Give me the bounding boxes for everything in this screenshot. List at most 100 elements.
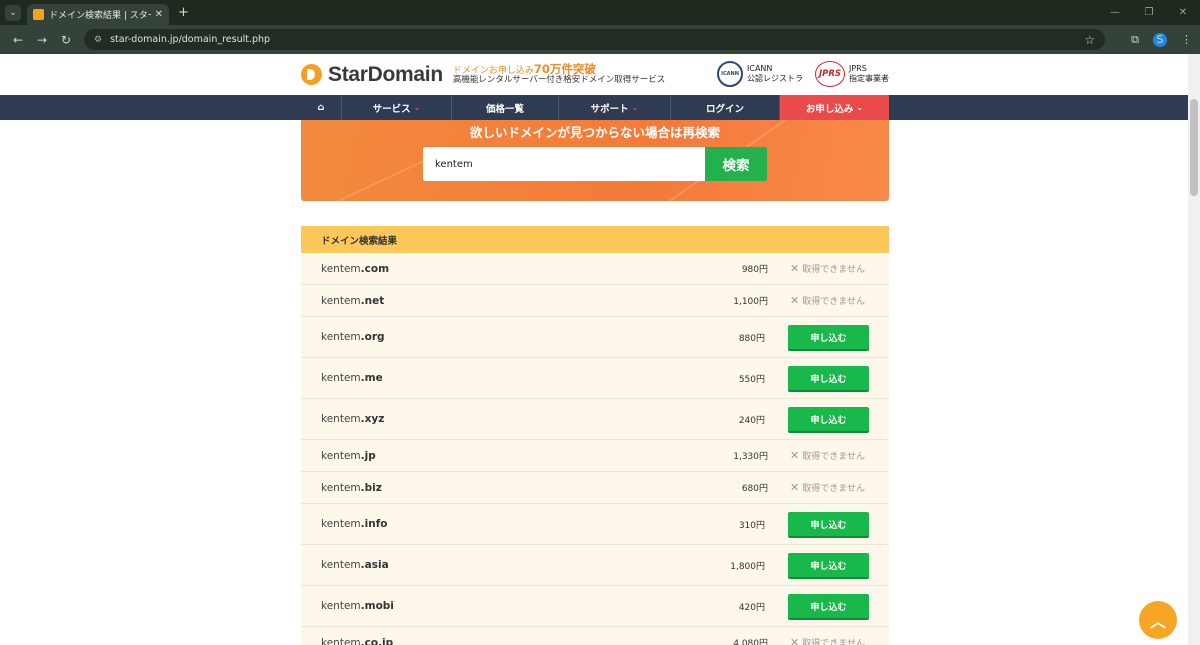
- tab-search-icon[interactable]: ⌄: [5, 4, 21, 21]
- domain-name: kentem.xyz: [321, 413, 384, 425]
- bookmark-star-icon[interactable]: ☆: [1084, 33, 1095, 47]
- table-row: kentem.org 880円 申し込む: [301, 317, 889, 358]
- nav-apply[interactable]: お申し込み ⌄: [779, 95, 889, 120]
- nav-price-label: 価格一覧: [485, 103, 524, 115]
- close-window-icon[interactable]: ✕: [1166, 7, 1200, 18]
- close-icon: ✕: [790, 636, 800, 645]
- site-info-icon[interactable]: ⚙: [94, 35, 102, 45]
- address-bar: ← → ↻ ⚙ star-domain.jp/domain_result.php…: [0, 25, 1200, 54]
- chevron-down-icon: ⌄: [631, 103, 639, 112]
- url-field[interactable]: ⚙ star-domain.jp/domain_result.php ☆: [84, 29, 1106, 50]
- search-button[interactable]: 検索: [705, 147, 767, 181]
- page-scrollbar[interactable]: [1188, 54, 1200, 645]
- nav-support[interactable]: サポート ⌄: [558, 95, 670, 120]
- chevron-down-icon: ⌄: [856, 103, 864, 112]
- domain-label: kentem: [321, 481, 361, 494]
- domain-price: 680円: [741, 484, 768, 494]
- results-list: kentem.com 980円 ✕ 取得できません kentem.net 1,100円 ✕ 取…: [301, 253, 889, 645]
- domain-name: kentem.info: [321, 518, 388, 530]
- unavailable-label: 取得できません: [802, 297, 865, 307]
- reload-icon[interactable]: ↻: [56, 33, 76, 47]
- unavailable-label: 取得できません: [802, 452, 865, 462]
- domain-label: kentem: [321, 262, 361, 275]
- apply-button[interactable]: 申し込む: [788, 366, 869, 390]
- table-row: kentem.xyz 240円 申し込む: [301, 399, 889, 440]
- certification-badges: ICANN ICANN 公認レジストラ JPRS JPRS 指定事業者: [717, 61, 889, 87]
- domain-label: kentem: [321, 636, 361, 645]
- unavailable-status: ✕ 取得できません: [790, 481, 865, 494]
- domain-name: kentem.biz: [321, 482, 382, 494]
- apply-button[interactable]: 申し込む: [788, 553, 869, 577]
- search-title: 欲しいドメインが見つからない場合は再検索: [469, 125, 720, 140]
- domain-tld: .net: [360, 294, 385, 307]
- new-tab-icon[interactable]: +: [178, 5, 189, 20]
- profile-avatar[interactable]: S: [1153, 32, 1167, 47]
- close-icon: ✕: [790, 481, 800, 494]
- minimize-icon[interactable]: —: [1098, 7, 1132, 18]
- domain-tld: .mobi: [360, 600, 394, 612]
- logo-mark-icon[interactable]: [301, 64, 322, 85]
- chevron-down-icon: ⌄: [413, 103, 421, 112]
- tagline-highlight: 70万件突破: [533, 61, 596, 76]
- jprs-line2: 指定事業者: [849, 74, 889, 83]
- domain-label: kentem: [321, 331, 361, 343]
- jprs-logo-icon: JPRS: [815, 61, 845, 87]
- site-logo[interactable]: StarDomain: [328, 63, 443, 87]
- domain-name: kentem.co.jp: [321, 637, 393, 645]
- nav-login[interactable]: ログイン: [670, 95, 779, 120]
- icann-line2: 公認レジストラ: [747, 74, 803, 83]
- domain-label: kentem: [321, 518, 361, 530]
- browser-tab[interactable]: ドメイン検索結果 | スタードメイン - 格 ✕: [27, 4, 169, 25]
- domain-tld: .asia: [360, 559, 389, 571]
- domain-tld: .co.jp: [360, 636, 394, 645]
- domain-name: kentem.me: [321, 372, 383, 384]
- domain-price: 550円: [738, 374, 765, 385]
- forward-icon[interactable]: →: [32, 33, 52, 47]
- back-to-top-button[interactable]: ︿: [1139, 601, 1177, 639]
- restore-icon[interactable]: ❐: [1132, 7, 1166, 18]
- nav-service[interactable]: サービス ⌄: [341, 95, 451, 120]
- domain-search-input[interactable]: [423, 147, 705, 181]
- nav-home[interactable]: ⌂: [301, 95, 341, 120]
- nav-login-label: ログイン: [705, 103, 744, 115]
- nav-support-label: サポート: [590, 103, 629, 115]
- browser-tab-bar: ⌄ ドメイン検索結果 | スタードメイン - 格 ✕ + — ❐ ✕: [0, 0, 1200, 25]
- page-viewport: StarDomain ドメインお申し込み70万件突破 高機能レンタルサーバー付き…: [0, 54, 1200, 645]
- icann-badge: ICANN ICANN 公認レジストラ: [717, 61, 803, 87]
- domain-tld: .jp: [360, 449, 376, 462]
- domain-price: 1,100円: [733, 297, 768, 307]
- menu-kebab-icon[interactable]: ⋮: [1181, 33, 1192, 46]
- home-icon: ⌂: [317, 102, 325, 113]
- apply-button[interactable]: 申し込む: [788, 512, 869, 536]
- apply-button[interactable]: 申し込む: [788, 594, 869, 618]
- tagline: ドメインお申し込み70万件突破 高機能レンタルサーバー付き格安ドメイン取得サービ…: [452, 61, 666, 86]
- close-icon: ✕: [790, 449, 800, 462]
- domain-name: kentem.com: [321, 263, 389, 275]
- domain-name: kentem.org: [321, 331, 385, 343]
- icann-logo-icon: ICANN: [717, 61, 743, 87]
- domain-price: 980円: [741, 265, 768, 275]
- tagline-sub: 高機能レンタルサーバー付き格安ドメイン取得サービス: [452, 75, 666, 86]
- table-row: kentem.info 310円 申し込む: [301, 504, 889, 545]
- scroll-thumb[interactable]: [1190, 99, 1198, 196]
- domain-tld: .xyz: [360, 413, 385, 425]
- apply-button[interactable]: 申し込む: [788, 407, 869, 431]
- nav-price-list[interactable]: 価格一覧: [451, 95, 558, 120]
- domain-price: 420円: [738, 602, 765, 613]
- domain-label: kentem: [321, 372, 361, 384]
- tab-title: ドメイン検索結果 | スタードメイン - 格: [49, 11, 151, 21]
- table-row: kentem.mobi 420円 申し込む: [301, 586, 889, 627]
- domain-label: kentem: [321, 600, 361, 612]
- url-text: star-domain.jp/domain_result.php: [110, 34, 271, 45]
- close-tab-icon[interactable]: ✕: [155, 9, 163, 20]
- unavailable-status: ✕ 取得できません: [790, 294, 865, 307]
- apply-button[interactable]: 申し込む: [788, 325, 869, 349]
- table-row: kentem.net 1,100円 ✕ 取得できません: [301, 285, 889, 317]
- jprs-line1: JPRS: [849, 64, 867, 74]
- unavailable-status: ✕ 取得できません: [790, 636, 865, 645]
- extensions-icon[interactable]: ⧉: [1131, 33, 1139, 47]
- table-row: kentem.me 550円 申し込む: [301, 358, 889, 399]
- unavailable-label: 取得できません: [802, 265, 865, 275]
- unavailable-label: 取得できません: [802, 484, 865, 494]
- back-icon[interactable]: ←: [8, 33, 28, 47]
